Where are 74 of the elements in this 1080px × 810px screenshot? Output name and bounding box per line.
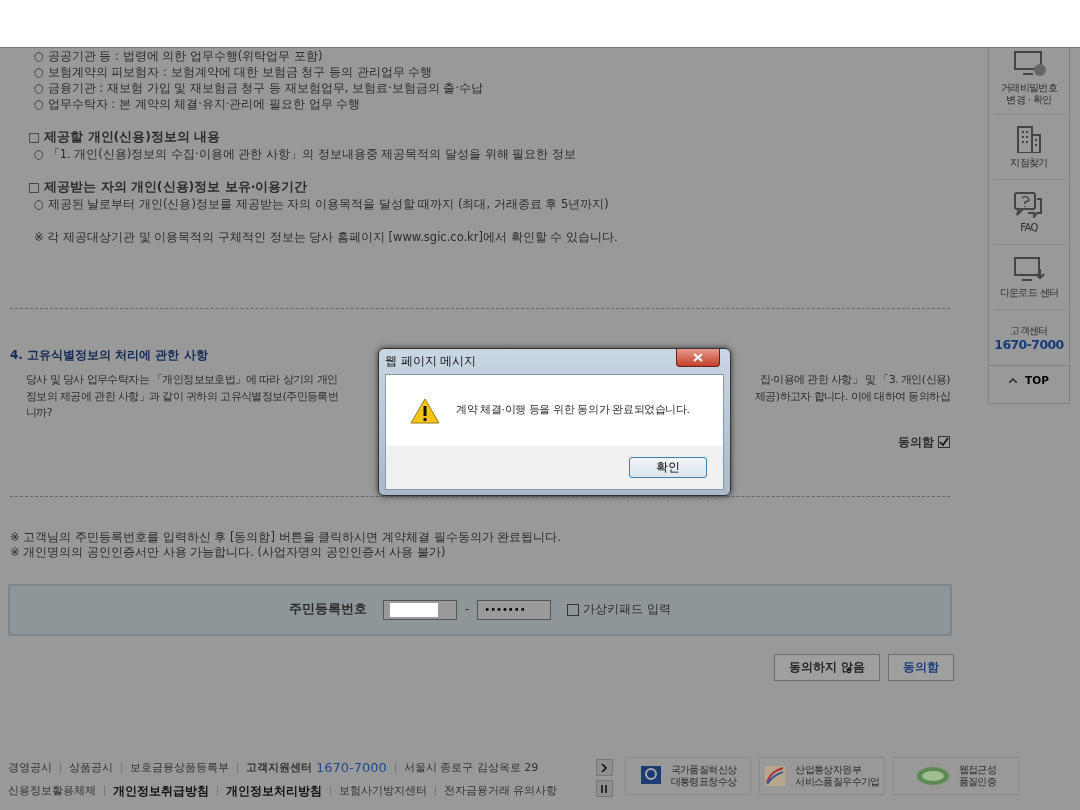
sidebar-item[interactable]: 지점찾기 — [993, 115, 1065, 180]
phone-number: 1670-7000 — [316, 759, 387, 778]
monitor-icon — [1012, 50, 1046, 78]
separator-text: - — [465, 601, 470, 619]
award-text: 국가품질혁신상 — [670, 764, 737, 776]
note-text: ※ 각 제공대상기관 및 이용목적의 구체적인 정보는 당사 홈페이지 [www.sgic.co.kr]에서 확인할 수 있습니다. — [34, 229, 619, 245]
warning-icon — [410, 397, 440, 424]
next-button[interactable] — [595, 759, 613, 776]
list-item: ○ 업무수탁자 : 본 계약의 체결·유지·관리에 필요한 업무 수행 — [34, 96, 362, 112]
notice-text: ※ 고객님의 주민등록번호를 입력하신 후 [동의함] 버튼을 클릭하시면 계약체결 필수동의가 완료됩니다. — [10, 528, 562, 544]
close-icon — [693, 353, 703, 362]
dialog-title: 웹 페이지 메시지 — [385, 353, 477, 370]
top-button[interactable]: TOP — [989, 365, 1069, 395]
list-item: ○ 「1. 개인(신용)정보의 수집·이용에 관한 사항」의 정보내용중 제공목적의 달성을 위해 필요한 정보 — [34, 146, 577, 162]
pause-button[interactable] — [595, 780, 613, 797]
award-logo-icon — [914, 764, 951, 788]
paragraph-text: 니까? — [26, 405, 53, 421]
footer-link[interactable]: 상품공시 — [69, 759, 113, 777]
next-icon — [601, 763, 607, 772]
ok-button[interactable]: 확인 — [629, 457, 707, 478]
award-text: 품질인증 — [958, 776, 997, 788]
footer-link[interactable]: 개인정보취급방침 — [113, 782, 209, 800]
award-text: 서비스품질우수기업 — [795, 776, 880, 788]
sidebar-label: 변경 · 확인 — [1006, 94, 1052, 106]
sidebar-label: 지점찾기 — [1010, 157, 1048, 169]
phone-number: 1670-7000 — [993, 337, 1065, 353]
sidebar-label: 다운로드 센터 — [999, 287, 1059, 299]
list-item: ○ 공공기관 등 : 법령에 의한 업무수행(위탁업무 포함) — [34, 48, 324, 64]
monitor-download-icon — [1012, 255, 1046, 283]
footer-link[interactable]: 전자금융거래 유의사항 — [444, 782, 558, 800]
address-text: 서울시 종로구 김상옥로 29 — [403, 759, 539, 776]
award-badge[interactable]: 국가품질혁신상 대통령표창수상 — [624, 757, 751, 795]
footer-link[interactable]: 보호금융상품등록부 — [130, 759, 229, 777]
footer-link[interactable]: 경영공시 — [8, 759, 52, 777]
close-button[interactable] — [676, 349, 720, 367]
paragraph-text: 정보의 제공에 관한 사항」과 같이 귀하의 고유식별정보(주민등록번 — [26, 388, 339, 405]
award-text: 웹접근성 — [958, 764, 997, 776]
award-logo-icon — [763, 764, 788, 788]
agree-checkbox[interactable] — [938, 436, 950, 449]
pause-icon — [601, 784, 607, 793]
list-item: ○ 제공된 날로부터 개인(신용)정보를 제공받는 자의 이용목적을 달성할 때까지 (최대, 거래종료 후 5년까지) — [34, 196, 610, 212]
paragraph-text: 당사 및 당사 업무수탁자는 「개인정보보호법」에 따라 상기의 개인 — [26, 372, 338, 388]
sidebar-item[interactable]: 거래비밀번호 변경 · 확인 — [993, 48, 1065, 115]
ssn-back-field[interactable]: ••••••• — [477, 599, 552, 620]
customer-center-label: 고객센터 — [1009, 325, 1049, 337]
agree-label: 동의함 — [898, 433, 934, 451]
award-text: 대통령표창수상 — [670, 776, 737, 788]
section-heading: □ 제공할 개인(신용)정보의 내용 — [28, 128, 222, 146]
list-item: ○ 보험계약의 피보험자 : 보험계약에 대한 보험금 청구 등의 관리업무 수행 — [34, 64, 434, 80]
keypad-label: 가상키패드 입력 — [583, 601, 671, 619]
award-badge[interactable]: 산업통상자원부 서비스품질우수기업 — [758, 757, 885, 795]
sidebar-label: 거래비밀번호 — [1000, 82, 1058, 94]
section-heading: □ 제공받는 자의 개인(신용)정보 보유·이용기간 — [28, 178, 309, 196]
ssn-label: 주민등록번호 — [289, 600, 368, 619]
footer-link[interactable]: 보험사기방지센터 — [339, 782, 427, 800]
award-badge[interactable]: 웹접근성 품질인증 — [892, 757, 1019, 795]
paragraph-text: 제공)하고자 합니다. 이에 대하여 동의하십 — [755, 388, 950, 405]
ssn-front-field[interactable] — [383, 599, 458, 620]
footer-link[interactable]: 신용정보활용체제 — [8, 782, 96, 800]
sidebar-label: FAQ — [1020, 222, 1038, 234]
sidebar-item[interactable]: FAQ — [993, 180, 1065, 245]
footer-link[interactable]: 개인정보처리방침 — [226, 782, 322, 800]
caret-up-icon — [1009, 378, 1018, 383]
agree-button[interactable]: 동의함 — [888, 653, 954, 681]
dialog-message: 계약 체결·이행 등을 위한 동의가 완료되었습니다. — [456, 402, 690, 419]
list-item: ○ 금융기관 : 재보험 가입 및 재보험금 청구 등 재보험업무, 보험료·보험금의 출·수납 — [34, 80, 485, 96]
award-text: 산업통상자원부 — [795, 764, 862, 776]
footer-label: 고객지원센터 — [246, 759, 312, 776]
keypad-checkbox[interactable] — [567, 603, 580, 616]
sidebar-item[interactable]: 다운로드 센터 — [993, 245, 1065, 310]
disagree-button[interactable]: 동의하지 않음 — [774, 653, 880, 681]
section-title: 4. 고유식별정보의 처리에 관한 사항 — [10, 348, 208, 362]
notice-text: ※ 개인명의의 공인인증서만 사용 가능합니다. (사업자명의 공인인증서 사용 불가) — [10, 543, 447, 559]
paragraph-text: 집·이용에 관한 사항」 및 「3. 개인(신용) — [759, 372, 950, 388]
